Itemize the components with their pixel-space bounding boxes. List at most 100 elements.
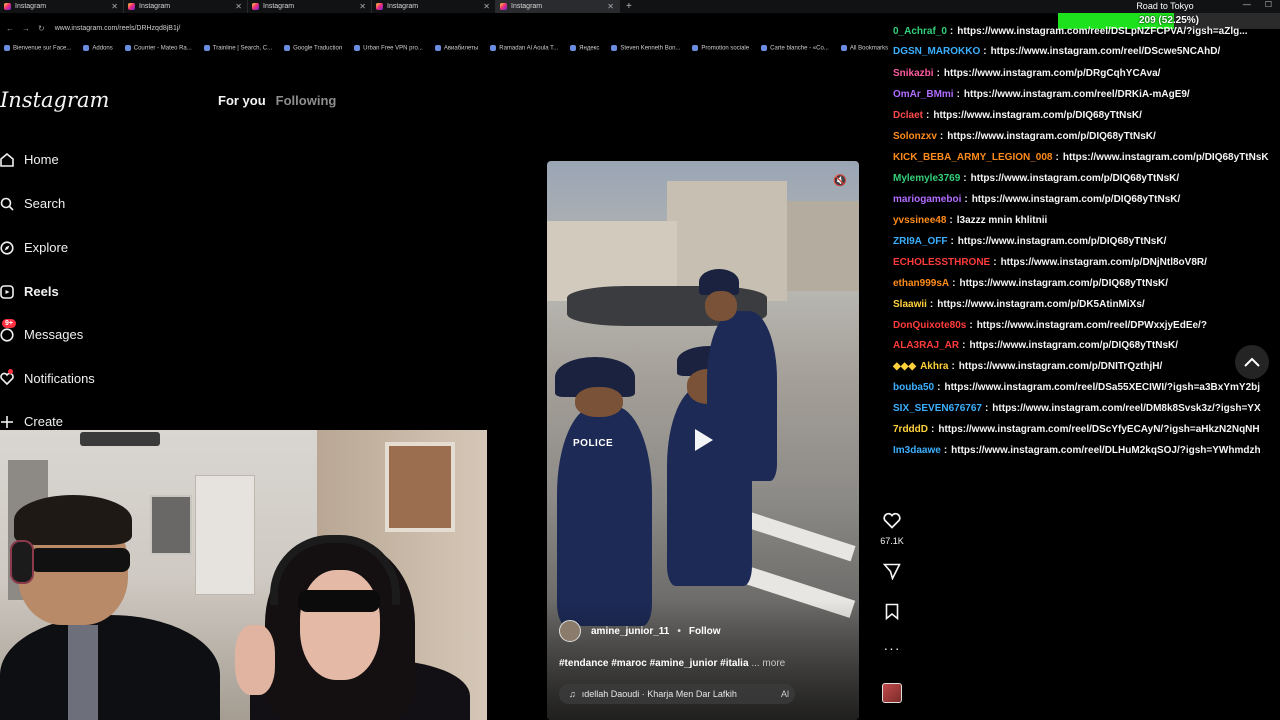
browser-tab[interactable]: Instagram ✕: [248, 0, 372, 13]
chat-username[interactable]: ZRI9A_OFF: [893, 236, 947, 247]
chat-username[interactable]: DonQuixote80s: [893, 320, 966, 331]
author-avatar[interactable]: [559, 620, 581, 642]
chevron-up-icon: [1244, 357, 1260, 367]
chat-username[interactable]: Im3daawe: [893, 445, 941, 456]
chat-username[interactable]: ethan999sA: [893, 278, 949, 289]
close-tab-icon[interactable]: ✕: [235, 2, 242, 11]
sidebar-item-home[interactable]: Home: [0, 152, 59, 167]
chat-username[interactable]: ALA3RAJ_AR: [893, 340, 959, 351]
reels-icon: [0, 284, 14, 299]
close-tab-icon[interactable]: ✕: [607, 2, 614, 11]
bookmark[interactable]: Ramadan Al Aoula T...: [490, 44, 558, 51]
browser-tab[interactable]: Instagram ✕: [372, 0, 496, 13]
mute-icon[interactable]: 🔇: [833, 174, 847, 187]
back-icon[interactable]: ←: [6, 24, 14, 33]
bookmark[interactable]: All Bookmarks: [840, 44, 888, 51]
audio-cover-avatar[interactable]: [882, 683, 902, 703]
chat-message: 0_Achraf_0: https://www.instagram.com/ree…: [893, 26, 1248, 37]
close-tab-icon[interactable]: ✕: [111, 2, 118, 11]
bookmark[interactable]: Carte blanche - «Co...: [761, 44, 829, 51]
chat-message-text: https://www.instagram.com/p/DIQ68yTtNsK: [1062, 152, 1269, 163]
bookmark[interactable]: Addons: [83, 44, 113, 51]
chat-message-text: https://www.instagram.com/p/DIQ68yTtNsK/: [971, 194, 1181, 205]
share-button[interactable]: [880, 563, 904, 585]
chat-username[interactable]: Slaawii: [893, 299, 927, 310]
chat-username[interactable]: Solonzxv: [893, 131, 937, 142]
like-button[interactable]: 67.1K: [880, 512, 904, 546]
chat-message: bouba50: https://www.instagram.com/reel/D…: [893, 382, 1261, 393]
follow-button[interactable]: Follow: [689, 626, 721, 637]
sidebar-item-notifications[interactable]: Notifications: [0, 369, 95, 386]
bookmark[interactable]: Urban Free VPN pro...: [354, 44, 423, 51]
bookmark[interactable]: Steven Kenneth Bon...: [611, 44, 680, 51]
play-icon[interactable]: [695, 429, 713, 451]
chat-username[interactable]: bouba50: [893, 382, 934, 393]
chat-message: Im3daawe: https://www.instagram.com/reel/…: [893, 445, 1261, 456]
chat-username[interactable]: KICK_BEBA_ARMY_LEGION_008: [893, 152, 1053, 163]
chat-username[interactable]: 0_Achraf_0: [893, 26, 947, 37]
sidebar-item-messages[interactable]: 9+ Messages: [0, 319, 83, 342]
close-tab-icon[interactable]: ✕: [359, 2, 366, 11]
chat-username[interactable]: Dclaet: [893, 110, 923, 121]
chat-username[interactable]: Mylemyle3769: [893, 173, 960, 184]
sidebar-item-search[interactable]: Search: [0, 196, 65, 211]
sidebar-item-explore[interactable]: Explore: [0, 240, 68, 255]
chat-username[interactable]: OmAr_BMmi: [893, 89, 954, 100]
audio-pill[interactable]: ♫ ıdellah Daoudi · Kharja Men Dar Lafkih…: [559, 684, 795, 704]
chat-message-text: https://www.instagram.com/p/DNjNtl8oV8R/: [1000, 257, 1207, 268]
messenger-icon: [0, 327, 14, 342]
chat-username[interactable]: Snikazbi: [893, 68, 934, 79]
browser-tab-active[interactable]: Instagram ✕: [496, 0, 620, 13]
chat-message-text: https://www.instagram.com/p/DIQ68yTtNsK/: [959, 278, 1169, 289]
search-icon: [0, 197, 14, 211]
instagram-favicon-icon: [500, 3, 507, 10]
url-field[interactable]: www.instagram.com/reels/DRHzqd8jB1j/: [55, 25, 181, 32]
chat-username[interactable]: SIX_SEVEN676767: [893, 403, 982, 414]
instagram-favicon-icon: [252, 3, 259, 10]
chat-username[interactable]: 7rdddD: [893, 424, 928, 435]
save-button[interactable]: [880, 603, 904, 625]
chat-message: Slaawii: https://www.instagram.com/p/DK5A…: [893, 299, 1145, 310]
bookmark[interactable]: Авиабилеты: [434, 44, 478, 51]
more-link[interactable]: ... more: [751, 658, 785, 669]
instagram-logo[interactable]: Instagram: [0, 88, 109, 112]
bookmark-icon: [570, 44, 577, 51]
bookmark[interactable]: Courrier - Mateo Ra...: [124, 44, 192, 51]
chat-username[interactable]: yvssinee48: [893, 215, 946, 226]
bookmark-icon: [840, 44, 847, 51]
scroll-up-button[interactable]: [1235, 345, 1269, 379]
chat-message: KICK_BEBA_ARMY_LEGION_008: https://www.in…: [893, 152, 1269, 163]
tab-for-you[interactable]: For you: [218, 93, 266, 108]
chat-message: ECHOLESSTHRONE: https://www.instagram.com…: [893, 257, 1207, 268]
bookmark[interactable]: Google Traduction: [284, 44, 342, 51]
chat-message-text: https://www.instagram.com/p/DIQ68yTtNsK/: [957, 236, 1167, 247]
bookmark[interactable]: Bienvenue sur Face...: [4, 44, 71, 51]
bookmark[interactable]: Яндекс: [570, 44, 599, 51]
author-username[interactable]: amine_junior_11: [591, 626, 669, 637]
sidebar-item-reels[interactable]: Reels: [0, 284, 59, 299]
forward-icon[interactable]: →: [22, 24, 30, 33]
reload-icon[interactable]: ↻: [38, 24, 45, 33]
bookmark-icon: [692, 44, 699, 51]
chat-username[interactable]: ECHOLESSTHRONE: [893, 257, 990, 268]
chat-message: Mylemyle3769: https://www.instagram.com/p…: [893, 173, 1180, 184]
more-options-icon[interactable]: ···: [880, 640, 904, 656]
reel-video[interactable]: POLICE 🔇 amine_junior_11 • Follow #tenda…: [547, 161, 859, 720]
browser-tab[interactable]: Instagram ✕: [0, 0, 124, 13]
chat-username[interactable]: Akhra: [920, 361, 948, 372]
bookmark[interactable]: Trainline | Search, C...: [203, 44, 272, 51]
bookmark[interactable]: Promotion sociale: [692, 44, 749, 51]
chat-username[interactable]: DGSN_MAROKKO: [893, 46, 980, 57]
police-sign: POLICE: [569, 437, 618, 450]
compass-icon: [0, 240, 14, 255]
sidebar-item-create[interactable]: Create: [0, 414, 63, 429]
tab-following[interactable]: Following: [276, 93, 337, 108]
browser-tab[interactable]: Instagram ✕: [124, 0, 248, 13]
chat-username[interactable]: mariogameboi: [893, 194, 961, 205]
chat-message: DGSN_MAROKKO: https://www.instagram.com/r…: [893, 46, 1221, 57]
close-tab-icon[interactable]: ✕: [483, 2, 490, 11]
new-tab-icon[interactable]: +: [620, 0, 632, 13]
instagram-favicon-icon: [4, 3, 11, 10]
heart-icon: [883, 512, 901, 529]
chat-message: Solonzxv: https://www.instagram.com/p/DIQ…: [893, 131, 1156, 142]
